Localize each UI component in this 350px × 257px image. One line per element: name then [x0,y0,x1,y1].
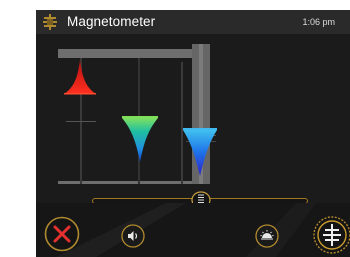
x-axis-indicator [64,60,96,95]
sunrise-icon[interactable] [255,224,279,248]
toolbar-background [36,203,350,257]
y-axis-indicator [122,116,158,162]
magnet-icon [43,14,57,30]
magnet-probe-icon[interactable] [311,215,350,255]
clock: 1:06 pm [302,17,335,27]
magnetometer-screen: Magnetometer 1:06 pm [36,10,350,257]
speaker-icon[interactable] [121,224,145,248]
apparatus-frame [58,44,216,184]
title-bar: Magnetometer 1:06 pm [36,10,350,34]
close-x-icon[interactable] [44,216,80,252]
magnetometer-display [58,44,217,184]
app-title: Magnetometer [67,14,156,29]
z-axis-indicator [183,128,217,176]
